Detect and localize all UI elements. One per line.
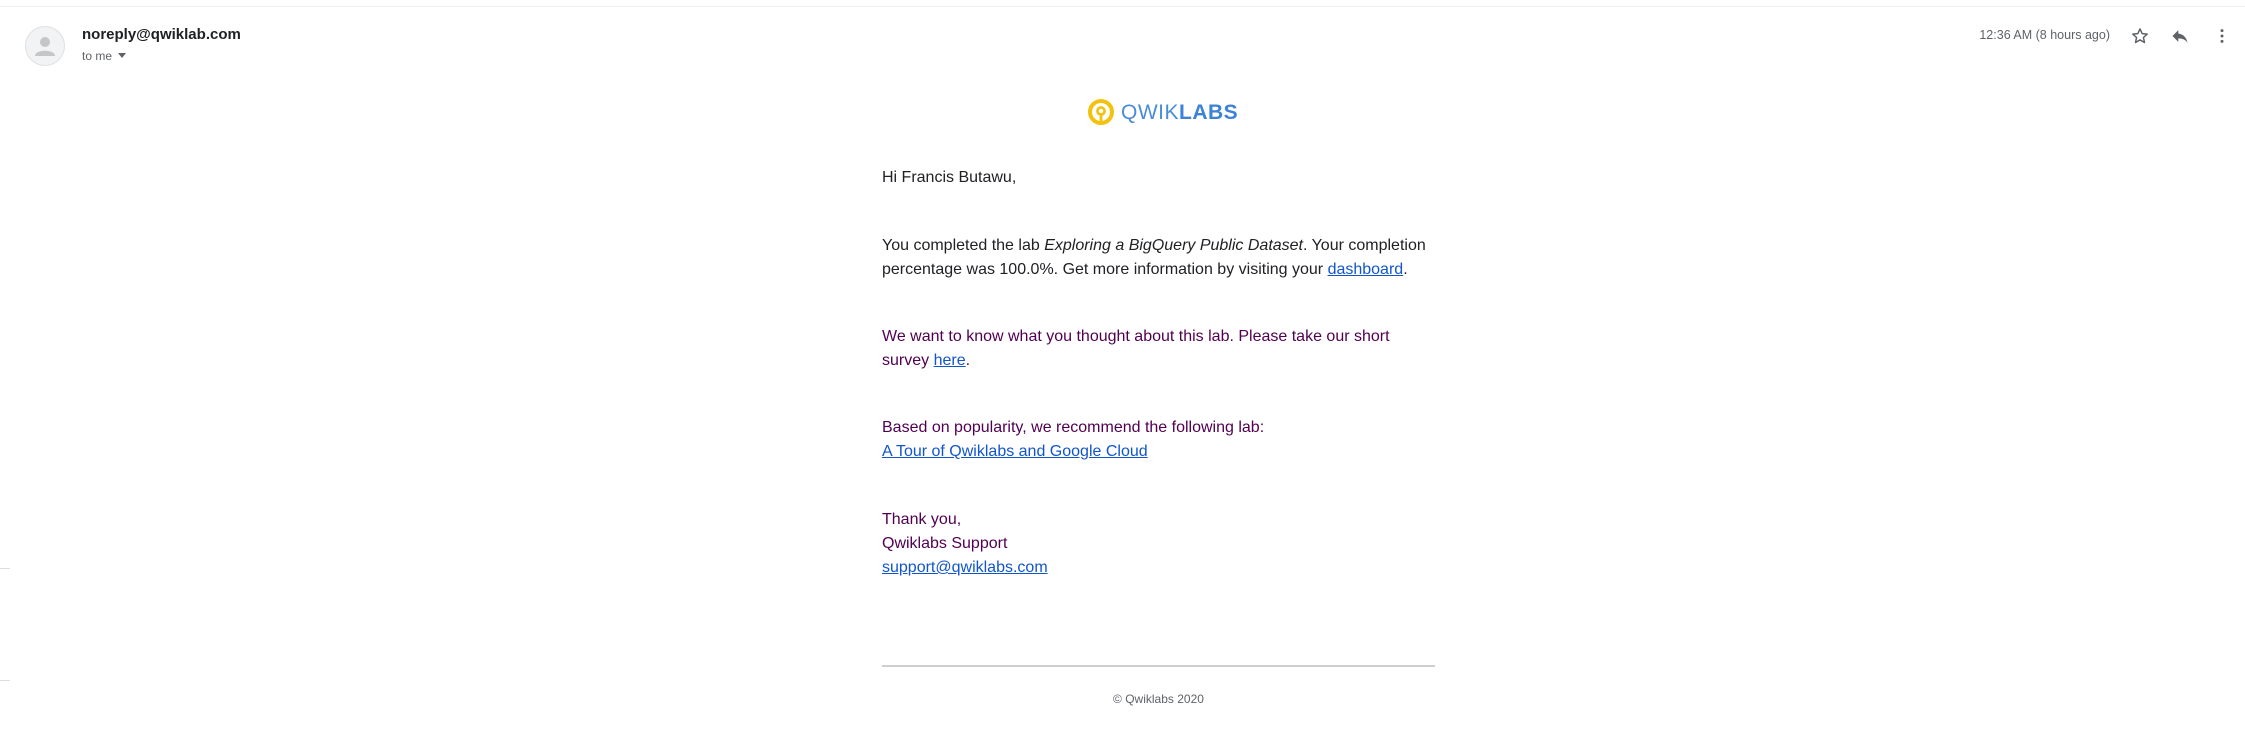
completion-text: . Your completion bbox=[1303, 237, 1426, 254]
email-timestamp: 12:36 AM (8 hours ago) bbox=[1979, 28, 2110, 42]
qwiklabs-mark-icon bbox=[1088, 99, 1114, 125]
survey-paragraph: We want to know what you thought about t… bbox=[882, 325, 1442, 373]
sender-address: noreply@qwiklab.com bbox=[82, 26, 241, 43]
email-header: noreply@qwiklab.com to me 12:36 AM (8 ho… bbox=[0, 0, 2245, 80]
completion-text: . bbox=[1403, 261, 1408, 278]
recipient-details-toggle[interactable]: to me bbox=[82, 49, 127, 63]
signoff: Thank you, Qwiklabs Support support@qwik… bbox=[882, 508, 1442, 580]
left-edge-mark bbox=[0, 680, 10, 681]
survey-text: . bbox=[965, 352, 971, 369]
signoff-thanks: Thank you, bbox=[882, 511, 962, 528]
footer-copyright: © Qwiklabs 2020 bbox=[1113, 692, 1204, 706]
footer-divider bbox=[882, 665, 1435, 667]
completion-text: percentage was 100.0%. Get more informat… bbox=[882, 261, 1328, 278]
star-icon bbox=[2132, 28, 2148, 44]
left-edge-mark bbox=[0, 568, 10, 569]
sender-avatar[interactable] bbox=[25, 26, 65, 66]
qwiklabs-logo: QWIKLABS bbox=[1087, 97, 1238, 127]
signoff-team: Qwiklabs Support bbox=[882, 535, 1008, 552]
completion-paragraph: You completed the lab Exploring a BigQue… bbox=[882, 234, 1442, 282]
recommendation-text: Based on popularity, we recommend the fo… bbox=[882, 419, 1265, 436]
caret-down-icon bbox=[118, 53, 127, 59]
logo-wordmark: QWIKLABS bbox=[1121, 102, 1238, 123]
more-options-button[interactable] bbox=[2208, 22, 2236, 50]
survey-text: We want to know what you thought about t… bbox=[882, 328, 1390, 345]
logo-word-bold: LABS bbox=[1179, 100, 1239, 124]
support-email-link[interactable]: support@qwiklabs.com bbox=[882, 559, 1048, 576]
more-vert-icon bbox=[2220, 29, 2224, 43]
star-button[interactable] bbox=[2126, 22, 2154, 50]
lab-name: Exploring a BigQuery Public Dataset bbox=[1044, 237, 1303, 254]
recipient-label: to me bbox=[82, 49, 113, 63]
reply-button[interactable] bbox=[2166, 22, 2194, 50]
greeting: Hi Francis Butawu, bbox=[882, 169, 1017, 186]
reply-icon bbox=[2172, 30, 2188, 43]
logo-word-light: QWIK bbox=[1121, 100, 1179, 124]
recommendation-paragraph: Based on popularity, we recommend the fo… bbox=[882, 416, 1442, 464]
survey-link[interactable]: here bbox=[934, 352, 966, 369]
person-icon bbox=[35, 37, 55, 56]
dashboard-link[interactable]: dashboard bbox=[1328, 261, 1404, 278]
completion-text: You completed the lab bbox=[882, 237, 1045, 254]
recommended-lab-link[interactable]: A Tour of Qwiklabs and Google Cloud bbox=[882, 443, 1148, 460]
survey-text: survey bbox=[882, 352, 934, 369]
